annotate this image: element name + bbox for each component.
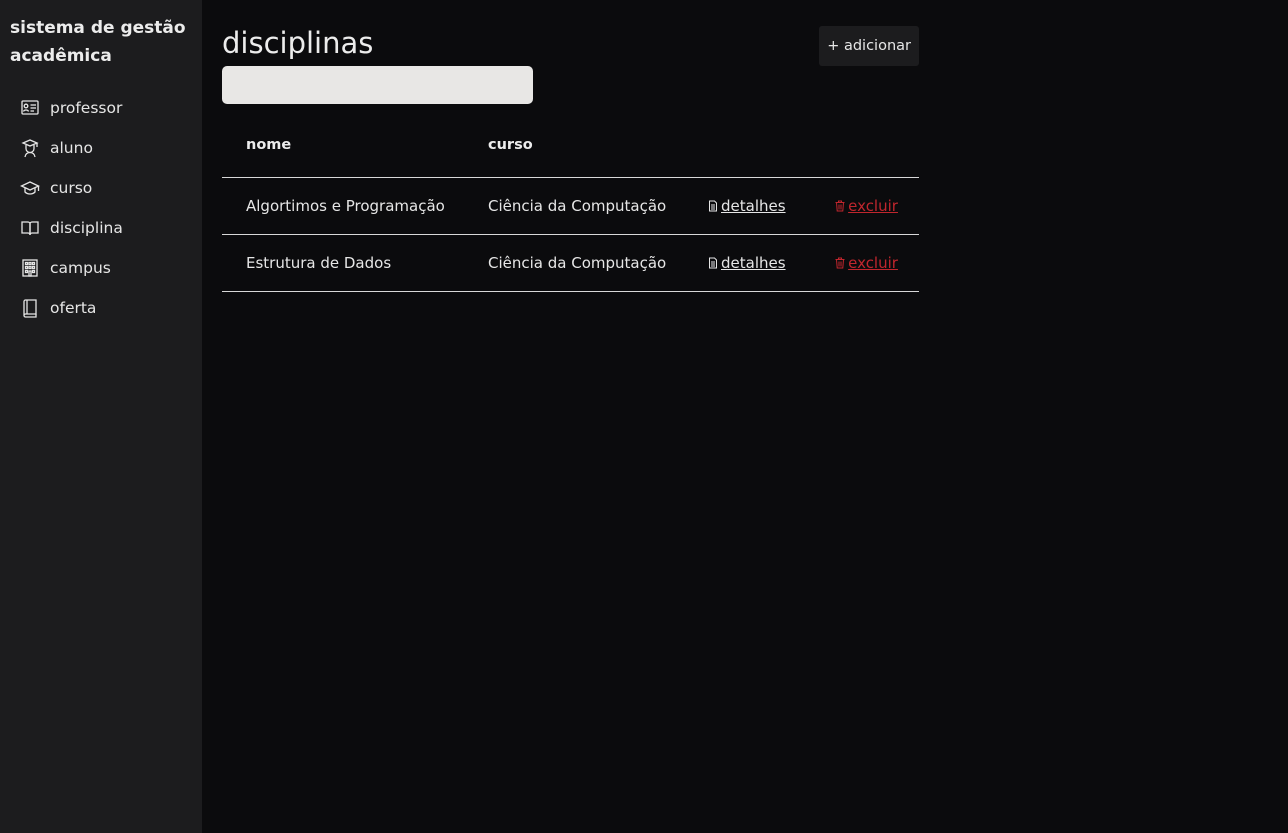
column-header-delete (810, 112, 919, 178)
cell-curso: Ciência da Computação (464, 177, 683, 235)
cell-details: detalhes (683, 234, 811, 292)
sidebar: sistema de gestão acadêmica professor al… (0, 0, 202, 833)
page-title: disciplinas (222, 26, 374, 60)
details-link[interactable]: detalhes (707, 197, 786, 215)
professor-board-icon (20, 98, 40, 118)
cell-delete: excluir (810, 234, 919, 292)
sidebar-item-label: disciplina (50, 219, 123, 237)
sidebar-item-label: campus (50, 259, 111, 277)
table-header-row: nome curso (222, 112, 919, 178)
sidebar-item-campus[interactable]: campus (10, 248, 202, 288)
delete-link[interactable]: excluir (834, 197, 898, 215)
delete-label: excluir (848, 196, 898, 215)
sidebar-item-disciplina[interactable]: disciplina (10, 208, 202, 248)
app-title: sistema de gestão acadêmica (10, 18, 186, 66)
sidebar-item-label: oferta (50, 299, 97, 317)
delete-label: excluir (848, 253, 898, 272)
cell-nome: Estrutura de Dados (222, 234, 464, 292)
sidebar-nav: professor aluno curso disciplina campus … (10, 88, 202, 328)
cell-delete: excluir (810, 177, 919, 235)
book-icon (20, 298, 40, 318)
add-button[interactable]: + adicionar (819, 26, 919, 66)
trash-icon (835, 257, 845, 268)
document-icon (709, 257, 717, 268)
details-link[interactable]: detalhes (707, 254, 786, 272)
sidebar-item-label: aluno (50, 139, 93, 157)
document-icon (709, 200, 717, 211)
column-header-details (683, 112, 811, 178)
search-input[interactable] (222, 66, 533, 104)
cell-details: detalhes (683, 177, 811, 235)
page-header: disciplinas + adicionar (222, 26, 919, 66)
sidebar-item-aluno[interactable]: aluno (10, 128, 202, 168)
disciplines-table: nome curso Algortimos e Programação Ciên… (222, 112, 919, 292)
sidebar-item-curso[interactable]: curso (10, 168, 202, 208)
details-label: detalhes (721, 253, 786, 272)
open-book-icon (20, 218, 40, 238)
cell-nome: Algortimos e Programação (222, 177, 464, 235)
app-root: sistema de gestão acadêmica professor al… (0, 0, 1288, 833)
table-row: Algortimos e Programação Ciência da Comp… (222, 177, 919, 235)
column-header-nome: nome (222, 112, 464, 178)
cell-curso: Ciência da Computação (464, 234, 683, 292)
student-icon (20, 138, 40, 158)
delete-link[interactable]: excluir (834, 254, 898, 272)
sidebar-item-professor[interactable]: professor (10, 88, 202, 128)
main-content: disciplinas + adicionar nome curso Algor… (222, 0, 919, 833)
table-row: Estrutura de Dados Ciência da Computação… (222, 234, 919, 292)
trash-icon (835, 200, 845, 211)
details-label: detalhes (721, 196, 786, 215)
sidebar-item-label: curso (50, 179, 93, 197)
sidebar-item-label: professor (50, 99, 123, 117)
sidebar-item-oferta[interactable]: oferta (10, 288, 202, 328)
column-header-curso: curso (464, 112, 683, 178)
building-icon (20, 258, 40, 278)
graduation-cap-icon (20, 178, 40, 198)
